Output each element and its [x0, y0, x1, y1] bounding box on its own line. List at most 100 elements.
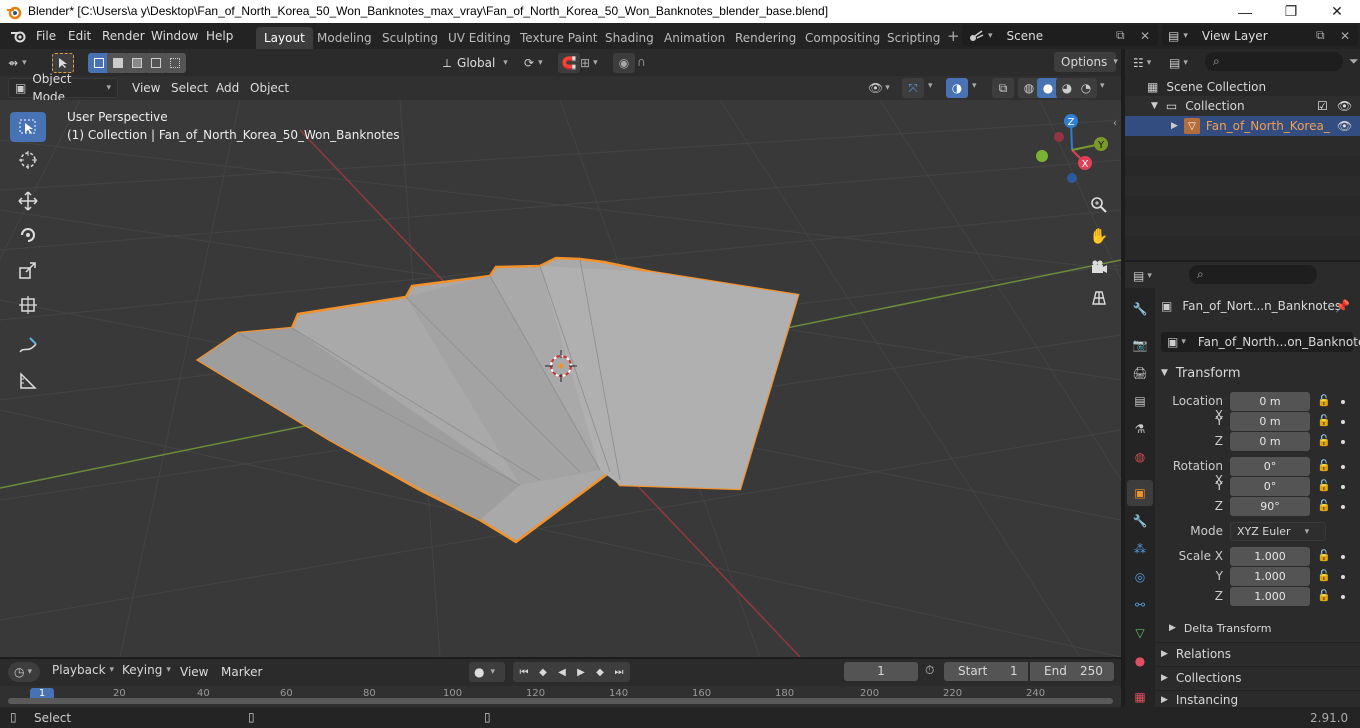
camera-icon[interactable] [1086, 254, 1112, 280]
snap-target-dropdown[interactable]: ⊞ ▾ [580, 53, 608, 73]
visibility-dropdown[interactable]: 👁 ▾ [868, 78, 896, 98]
lock-icon[interactable]: 🔓 [1317, 394, 1331, 407]
outliner-row-object[interactable]: ▶ ▽ Fan_of_North_Korea_ 👁 [1125, 116, 1360, 136]
keyframe-dot-icon[interactable] [1341, 555, 1345, 559]
menu-edit[interactable]: Edit [62, 27, 97, 45]
tab-animation[interactable]: Animation [656, 27, 733, 49]
move-tool-icon[interactable] [10, 186, 46, 216]
measure-tool-icon[interactable] [10, 366, 46, 396]
menu-select[interactable]: Select [165, 79, 214, 97]
constraints-tab-icon[interactable]: ⚯ [1127, 592, 1153, 618]
timeline-scrollbar[interactable] [8, 698, 1113, 704]
snap-toggle-icon[interactable]: 🧲 [558, 53, 580, 73]
copy-scene-icon[interactable]: ⧉ [1116, 28, 1125, 43]
remove-scene-icon[interactable]: ✕ [1140, 29, 1150, 43]
keyframe-dot-icon[interactable] [1341, 420, 1345, 424]
pin-icon[interactable]: 📌 [1335, 299, 1350, 313]
object-tab-icon[interactable]: ▣ [1127, 480, 1153, 506]
menu-object[interactable]: Object [244, 79, 295, 97]
stopwatch-icon[interactable]: ⏱ [925, 663, 934, 678]
remove-view-layer-icon[interactable]: ✕ [1340, 29, 1350, 43]
tab-scripting[interactable]: Scripting [879, 27, 948, 49]
timeline-ruler[interactable]: 1 20 40 60 80 100 120 140 160 180 200 22… [0, 686, 1121, 707]
tab-sculpting[interactable]: Sculpting [374, 27, 446, 49]
display-mode-dropdown[interactable]: ▤ ▾ [1169, 53, 1199, 73]
gizmo-toggle-icon[interactable]: ⤧ [902, 78, 924, 98]
rotate-tool-icon[interactable] [10, 220, 46, 250]
relations-panel-header[interactable]: ▶ Relations [1155, 642, 1360, 664]
eye-icon[interactable]: 👁 [1337, 99, 1352, 113]
select-box-tool-icon[interactable] [10, 112, 46, 142]
material-tab-icon[interactable]: ● [1127, 648, 1153, 674]
view-layer-tab-icon[interactable]: ▤ [1127, 388, 1153, 414]
proportional-editing-icon[interactable]: ◉ [613, 53, 635, 73]
tool-tab-icon[interactable]: 🔧 [1127, 296, 1153, 322]
playback-menu[interactable]: Playback ▾ [46, 663, 114, 677]
end-frame-field[interactable]: End 250 [1030, 662, 1114, 681]
view-layer-selector[interactable]: ▤ ▾ View Layer ⧉ ✕ [1162, 25, 1358, 46]
data-tab-icon[interactable]: ▽ [1127, 620, 1153, 646]
timeline-marker-menu[interactable]: Marker [215, 663, 268, 681]
scale-tool-icon[interactable] [10, 255, 46, 285]
rotation-mode-dropdown[interactable]: XYZ Euler ▾ [1230, 522, 1326, 541]
location-z-field[interactable]: 0 m [1230, 432, 1310, 451]
options-dropdown[interactable]: Options ▾ [1054, 52, 1118, 72]
physics-tab-icon[interactable]: ◎ [1127, 564, 1153, 590]
tab-compositing[interactable]: Compositing [797, 27, 888, 49]
chevron-left-icon[interactable]: ‹ [1113, 118, 1117, 129]
instancing-panel-header[interactable]: ▶ Instancing [1155, 690, 1360, 708]
cursor-tool-icon[interactable] [10, 145, 46, 175]
eye-icon[interactable]: 👁 [1337, 119, 1352, 133]
lock-icon[interactable]: 🔓 [1317, 549, 1331, 562]
scene-selector[interactable]: ▾ Scene ⧉ ✕ [962, 25, 1158, 46]
transform-tool-icon[interactable] [10, 290, 46, 320]
keyframe-dot-icon[interactable] [1341, 400, 1345, 404]
delta-transform-subpanel[interactable]: ▶ Delta Transform [1169, 619, 1354, 637]
grid-ortho-icon[interactable] [1086, 285, 1112, 311]
expand-arrow-icon[interactable]: ▶ [1171, 121, 1178, 131]
rotation-z-field[interactable]: 90° [1230, 497, 1310, 516]
chevron-down-icon[interactable]: ▾ [928, 81, 933, 91]
annotate-tool-icon[interactable] [10, 331, 46, 361]
menu-view[interactable]: View [126, 79, 166, 97]
keyframe-dot-icon[interactable] [1341, 575, 1345, 579]
mode-dropdown[interactable]: ▣ Object Mode ▾ [8, 72, 118, 104]
tab-shading[interactable]: Shading [597, 27, 662, 49]
rendered-shading-icon[interactable]: ◔ [1075, 78, 1097, 98]
tab-modeling[interactable]: Modeling [309, 27, 380, 49]
zoom-icon[interactable] [1086, 192, 1112, 218]
scale-x-field[interactable]: 1.000 [1230, 547, 1310, 566]
hand-pan-icon[interactable]: ✋ [1086, 223, 1112, 249]
xray-toggle-icon[interactable]: ⧉ [992, 78, 1014, 98]
world-tab-icon[interactable]: ◍ [1127, 444, 1153, 470]
menu-render[interactable]: Render [96, 27, 151, 45]
keyframe-dot-icon[interactable] [1341, 440, 1345, 444]
select-mode-intersect-icon[interactable] [164, 53, 186, 73]
properties-search-input[interactable]: ⌕ [1189, 265, 1317, 284]
chevron-down-icon[interactable]: ▾ [1100, 81, 1105, 91]
lock-icon[interactable]: 🔓 [1317, 459, 1331, 472]
pivot-point-dropdown[interactable]: ⟳ ▾ [524, 53, 554, 73]
blender-menu-icon[interactable] [10, 28, 28, 44]
chevron-down-icon[interactable]: ▾ [972, 81, 977, 91]
object-datablock-field[interactable]: ▣ ▾ Fan_of_North...on_Banknotes [1161, 332, 1360, 352]
close-button[interactable]: ✕ [1314, 0, 1360, 23]
rotation-x-field[interactable]: 0° [1230, 457, 1310, 476]
scale-y-field[interactable]: 1.000 [1230, 567, 1310, 586]
maximize-button[interactable]: ❐ [1268, 0, 1314, 23]
lock-icon[interactable]: 🔓 [1317, 589, 1331, 602]
transform-panel-header[interactable]: ▼ Transform [1155, 362, 1360, 384]
lock-icon[interactable]: 🔓 [1317, 569, 1331, 582]
rotation-y-field[interactable]: 0° [1230, 477, 1310, 496]
render-tab-icon[interactable]: 📷 [1127, 332, 1153, 358]
menu-help[interactable]: Help [200, 27, 239, 45]
keyframe-dot-icon[interactable] [1341, 465, 1345, 469]
menu-add[interactable]: Add [210, 79, 245, 97]
outliner-row-collection[interactable]: ▼ ▭ Collection ☑ 👁 [1125, 96, 1360, 116]
location-y-field[interactable]: 0 m [1230, 412, 1310, 431]
auto-keying-toggle[interactable]: ● ▾ [469, 662, 505, 682]
expand-arrow-icon[interactable]: ▼ [1151, 101, 1158, 111]
output-tab-icon[interactable]: 🖨 [1127, 360, 1153, 386]
particles-tab-icon[interactable]: ⁂ [1127, 536, 1153, 562]
current-frame-field[interactable]: 1 [844, 662, 918, 681]
